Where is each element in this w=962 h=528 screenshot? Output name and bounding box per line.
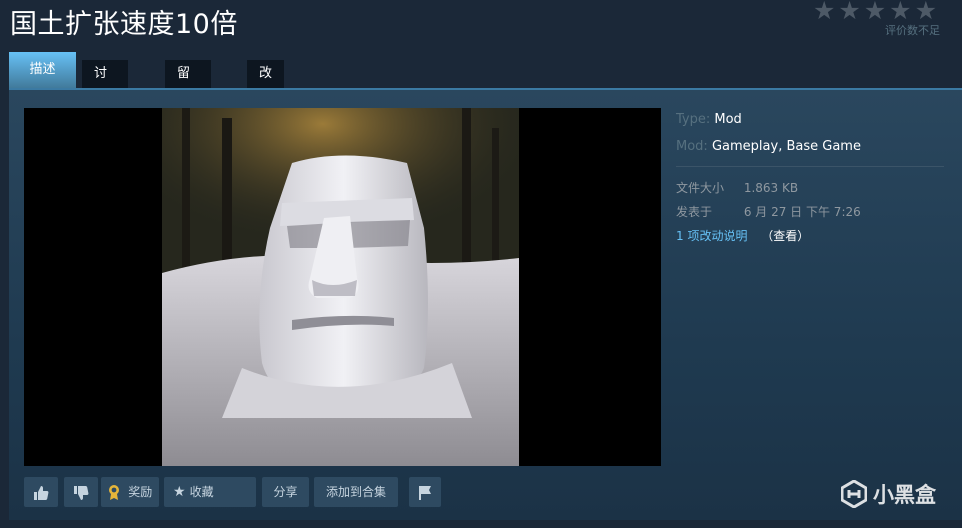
tab-comments[interactable]: 留言7 xyxy=(165,60,211,138)
flag-icon xyxy=(418,485,432,500)
tab-discussions[interactable]: 讨论0 xyxy=(82,60,128,138)
change-notes-row: 1 项改动说明 （查看） xyxy=(676,227,944,244)
preview-image[interactable] xyxy=(162,108,519,466)
posted-row: 发表于 6 月 27 日 下午 7:26 xyxy=(676,203,944,220)
type-key: Type: xyxy=(676,112,711,127)
change-notes-link[interactable]: 1 项改动说明 xyxy=(676,229,747,243)
tab-description[interactable]: 描述 xyxy=(9,52,76,88)
watermark: 小黑盒 xyxy=(841,479,936,509)
vote-up-button[interactable] xyxy=(24,477,58,507)
mod-row: Mod: Gameplay, Base Game xyxy=(676,139,861,154)
thumbs-up-icon xyxy=(33,485,49,500)
type-row: Type: Mod xyxy=(676,112,944,127)
thumbs-down-icon xyxy=(73,485,89,500)
report-button[interactable] xyxy=(409,477,441,507)
page-title: 国土扩张速度10倍 xyxy=(10,9,238,40)
award-medal-icon xyxy=(108,484,124,500)
watermark-text: 小黑盒 xyxy=(873,483,936,507)
favorite-label: 收藏 xyxy=(189,485,214,499)
file-size-key: 文件大小 xyxy=(676,181,725,195)
rating-widget: ★★★★★ 评价数不足 xyxy=(813,0,940,38)
file-size-row: 文件大小 1.863 KB xyxy=(676,179,944,196)
share-label: 分享 xyxy=(273,485,298,499)
add-to-collection-label: 添加到合集 xyxy=(325,485,386,499)
tab-description-label: 描述 xyxy=(29,62,56,77)
favorite-button[interactable]: ★ 收藏 xyxy=(164,477,256,507)
posted-value: 6 月 27 日 下午 7:26 xyxy=(743,205,861,219)
type-value[interactable]: Mod xyxy=(714,112,741,127)
mod-tag-gameplay[interactable]: Gameplay xyxy=(712,139,778,154)
tab-change-notes[interactable]: 改动说明 xyxy=(247,60,285,165)
xiaoheihe-logo-icon xyxy=(841,480,867,508)
add-to-collection-button[interactable]: 添加到合集 xyxy=(314,477,398,507)
award-label: 奖励 xyxy=(128,485,153,499)
star-icon: ★ xyxy=(173,484,186,500)
details-panel: Type: Mod Mod: Gameplay, Base Game 文件大小 … xyxy=(676,112,944,251)
mod-key: Mod: xyxy=(676,139,708,154)
divider xyxy=(676,166,944,167)
share-button[interactable]: 分享 xyxy=(262,477,309,507)
award-button[interactable]: 奖励 xyxy=(101,477,159,507)
vote-down-button[interactable] xyxy=(64,477,98,507)
file-size-value: 1.863 KB xyxy=(743,181,799,195)
posted-key: 发表于 xyxy=(676,205,713,219)
snow-moai-image xyxy=(162,108,519,466)
mod-tag-base-game[interactable]: Base Game xyxy=(786,139,861,154)
view-change-notes-link[interactable]: （查看） xyxy=(761,229,809,243)
